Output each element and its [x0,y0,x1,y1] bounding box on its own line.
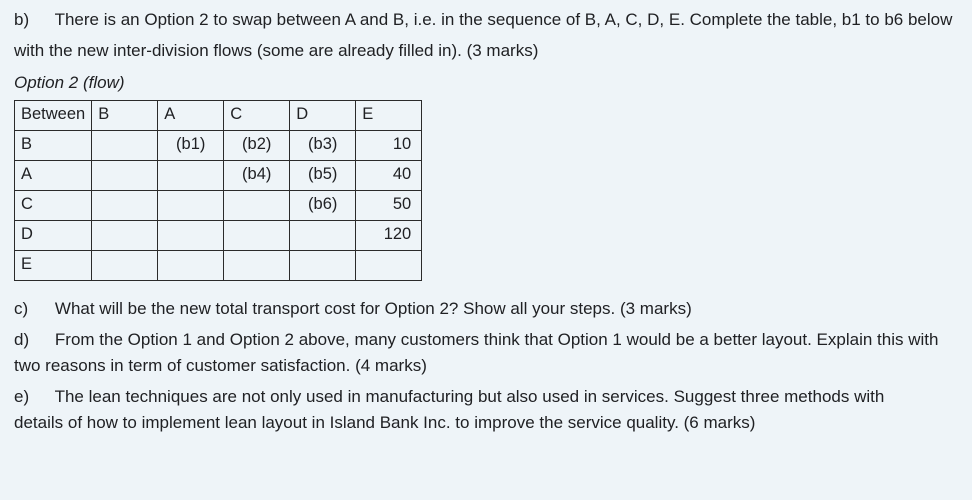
header-col-B: B [92,100,158,130]
table-row: E [15,250,422,280]
table-header-row: Between B A C D E [15,100,422,130]
question-e-text-1: The lean techniques are not only used in… [55,387,885,406]
cell-D-C [224,220,290,250]
cell-B-C: (b2) [224,130,290,160]
row-A-label: A [15,160,92,190]
row-D-label: D [15,220,92,250]
header-col-E: E [356,100,422,130]
table-row: C (b6) 50 [15,190,422,220]
cell-A-B [92,160,158,190]
row-B-label: B [15,130,92,160]
cell-E-A [158,250,224,280]
question-e: e) The lean techniques are not only used… [14,385,958,410]
question-c-label: c) [14,297,36,322]
question-c-text: What will be the new total transport cos… [55,299,692,318]
header-col-D: D [290,100,356,130]
cell-A-E: 40 [356,160,422,190]
table-row: A (b4) (b5) 40 [15,160,422,190]
cell-C-E: 50 [356,190,422,220]
cell-D-A [158,220,224,250]
cell-E-B [92,250,158,280]
table-row: D 120 [15,220,422,250]
cell-B-D: (b3) [290,130,356,160]
question-e-label: e) [14,385,36,410]
header-col-A: A [158,100,224,130]
cell-A-C: (b4) [224,160,290,190]
header-col-C: C [224,100,290,130]
cell-C-A [158,190,224,220]
flow-table: Between B A C D E B (b1) (b2) (b3) 10 A … [14,100,422,281]
cell-C-D: (b6) [290,190,356,220]
cell-D-B [92,220,158,250]
cell-B-B [92,130,158,160]
question-c: c) What will be the new total transport … [14,297,958,322]
question-b-label: b) [14,8,36,33]
cell-A-D: (b5) [290,160,356,190]
question-d: d) From the Option 1 and Option 2 above,… [14,328,958,353]
cell-E-E [356,250,422,280]
header-corner: Between [15,100,92,130]
row-E-label: E [15,250,92,280]
cell-D-D [290,220,356,250]
question-d-text-1: From the Option 1 and Option 2 above, ma… [55,330,939,349]
cell-C-C [224,190,290,220]
question-e-cont: details of how to implement lean layout … [14,411,958,436]
cell-D-E: 120 [356,220,422,250]
cell-A-A [158,160,224,190]
question-b-cont: with the new inter-division flows (some … [14,39,958,64]
cell-B-E: 10 [356,130,422,160]
question-b-text-1: There is an Option 2 to swap between A a… [55,10,953,29]
cell-E-D [290,250,356,280]
row-C-label: C [15,190,92,220]
question-d-cont: two reasons in term of customer satisfac… [14,354,958,379]
document-page: b) There is an Option 2 to swap between … [0,0,972,452]
cell-B-A: (b1) [158,130,224,160]
question-b: b) There is an Option 2 to swap between … [14,8,958,33]
table-caption: Option 2 (flow) [14,71,958,96]
question-d-label: d) [14,328,36,353]
table-row: B (b1) (b2) (b3) 10 [15,130,422,160]
cell-E-C [224,250,290,280]
cell-C-B [92,190,158,220]
